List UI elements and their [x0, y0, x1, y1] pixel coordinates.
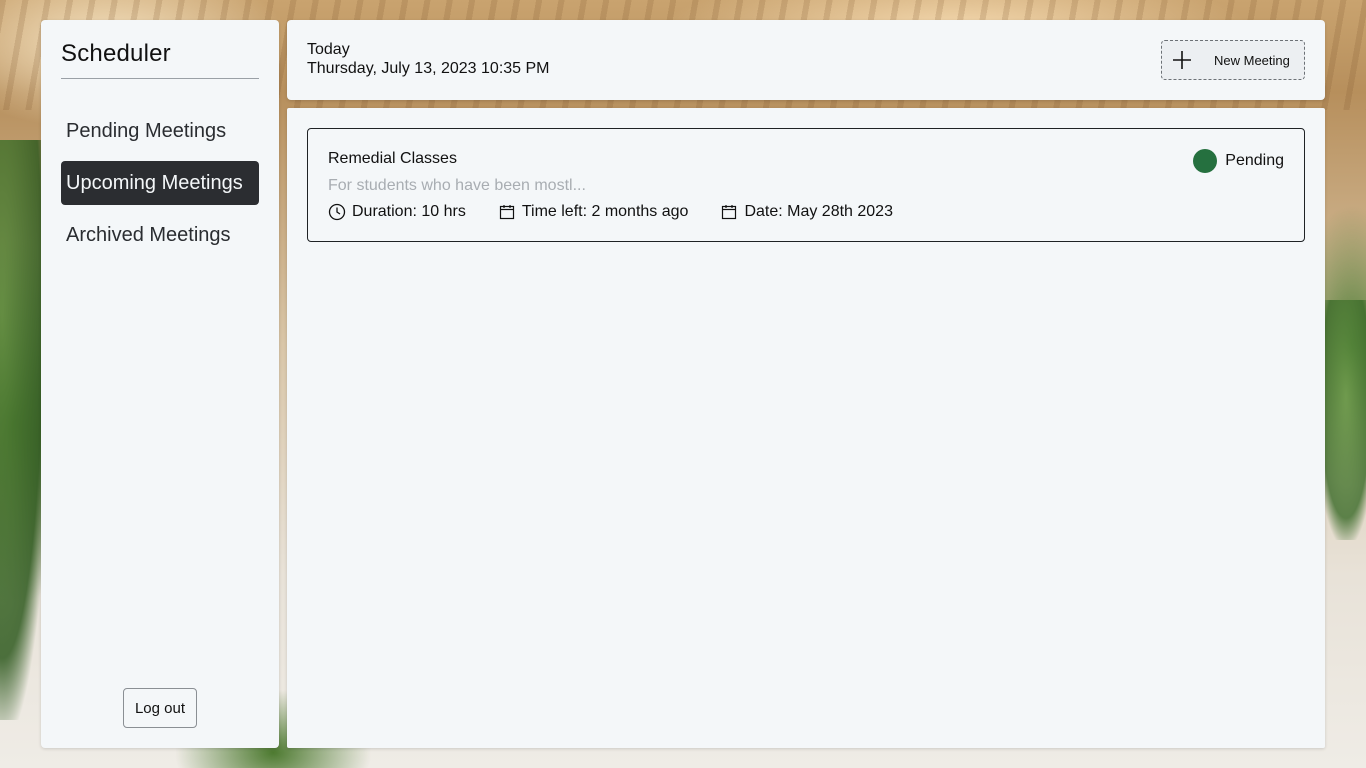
sidebar-nav: Pending Meetings Upcoming Meetings Archi… — [61, 109, 259, 257]
date-text: Date: May 28th 2023 — [744, 203, 893, 220]
sidebar-item-upcoming-meetings[interactable]: Upcoming Meetings — [61, 161, 259, 205]
meeting-description: For students who have been mostl... — [328, 177, 586, 194]
plus-icon — [1162, 41, 1202, 79]
calendar-icon — [720, 203, 738, 221]
clock-icon — [328, 203, 346, 221]
current-datetime: Thursday, July 13, 2023 10:35 PM — [307, 60, 550, 77]
meeting-title: Remedial Classes — [328, 150, 457, 167]
new-meeting-button[interactable]: New Meeting — [1161, 40, 1305, 80]
sidebar: Scheduler Pending Meetings Upcoming Meet… — [41, 20, 279, 748]
sidebar-item-pending-meetings[interactable]: Pending Meetings — [61, 109, 259, 153]
meeting-date: Date: May 28th 2023 — [720, 203, 893, 221]
status-dot — [1193, 149, 1218, 173]
meeting-meta: Duration: 10 hrs Time left: 2 months ago — [328, 203, 893, 221]
calendar-icon — [498, 203, 516, 221]
duration-text: Duration: 10 hrs — [352, 203, 466, 220]
header: Today Thursday, July 13, 2023 10:35 PM N… — [287, 20, 1325, 100]
status-text: Pending — [1225, 152, 1284, 169]
time-left-text: Time left: 2 months ago — [521, 203, 689, 220]
sidebar-item-archived-meetings[interactable]: Archived Meetings — [61, 213, 259, 257]
meeting-time-left: Time left: 2 months ago — [498, 203, 689, 221]
new-meeting-label: New Meeting — [1214, 52, 1290, 68]
meeting-card[interactable]: Remedial Classes For students who have b… — [307, 128, 1305, 242]
status-badge: Pending — [1193, 149, 1284, 173]
app-title: Scheduler — [61, 40, 259, 79]
main-content: Remedial Classes For students who have b… — [287, 108, 1325, 748]
today-label: Today — [307, 41, 350, 58]
logout-button[interactable]: Log out — [123, 688, 197, 728]
meeting-duration: Duration: 10 hrs — [328, 203, 466, 221]
